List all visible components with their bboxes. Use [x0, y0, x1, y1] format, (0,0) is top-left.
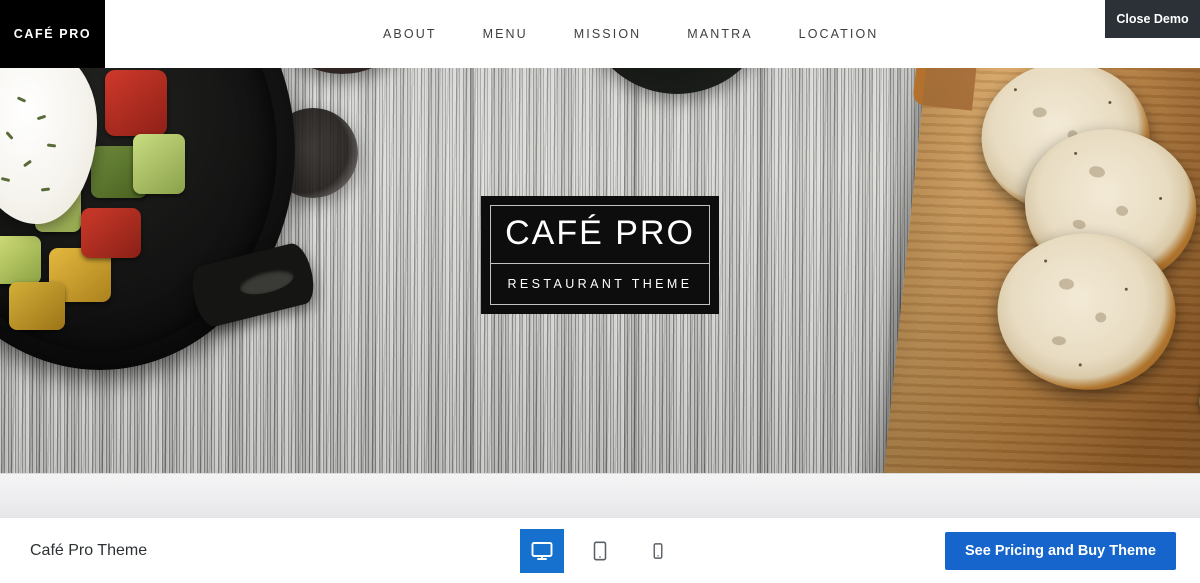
device-button-mobile[interactable]: [636, 529, 680, 573]
cutting-board: [881, 0, 1200, 473]
site-brand-logo[interactable]: CAFÉ PRO: [0, 0, 105, 68]
theme-name-label: Café Pro Theme: [30, 541, 148, 559]
see-pricing-and-buy-theme-button[interactable]: See Pricing and Buy Theme: [945, 531, 1176, 570]
preview-gutter: [0, 473, 1200, 517]
theme-demo-preview-screen: CAFÉ PRO RESTAURANT THEME CAFÉ PRO ABOUT…: [0, 0, 1200, 583]
hero-logo-title: CAFÉ PRO: [505, 214, 695, 253]
close-demo-button[interactable]: Close Demo: [1105, 0, 1200, 38]
mobile-icon: [649, 542, 667, 560]
site-primary-nav: ABOUT MENU MISSION MANTRA LOCATION: [360, 0, 901, 68]
nav-item-mantra[interactable]: MANTRA: [664, 27, 775, 41]
nav-item-menu[interactable]: MENU: [460, 27, 551, 41]
site-header: CAFÉ PRO ABOUT MENU MISSION MANTRA LOCAT…: [0, 0, 1200, 68]
nav-item-location[interactable]: LOCATION: [776, 27, 902, 41]
site-brand-label: CAFÉ PRO: [13, 27, 92, 41]
device-button-tablet[interactable]: [578, 529, 622, 573]
nav-item-about[interactable]: ABOUT: [360, 27, 460, 41]
nav-item-mission[interactable]: MISSION: [551, 27, 664, 41]
hero-image: CAFÉ PRO RESTAURANT THEME: [0, 0, 1200, 473]
desktop-icon: [530, 539, 554, 563]
hero-logo-subtitle: RESTAURANT THEME: [507, 277, 693, 292]
hero-logo-plate: CAFÉ PRO RESTAURANT THEME: [481, 196, 719, 314]
tablet-icon: [589, 540, 611, 562]
device-button-desktop[interactable]: [520, 528, 564, 573]
demo-toolbar: Café Pro Theme See Pricing and Buy Theme: [0, 517, 1200, 583]
device-preview-switcher: [520, 528, 680, 573]
site-preview-viewport: CAFÉ PRO RESTAURANT THEME CAFÉ PRO ABOUT…: [0, 0, 1200, 473]
